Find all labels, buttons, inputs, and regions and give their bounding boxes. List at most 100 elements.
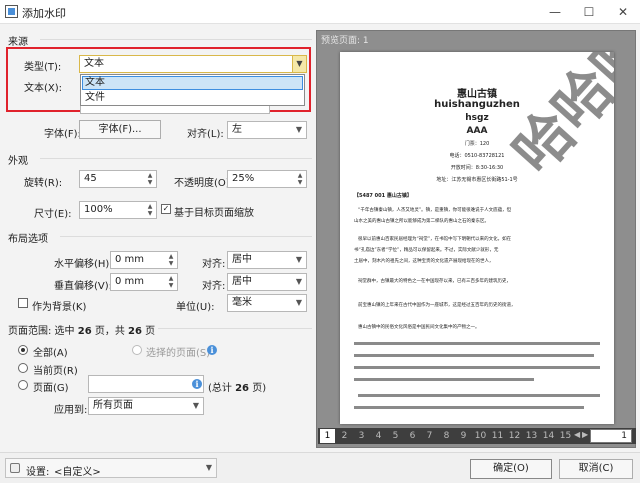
doc-section: 【5487 001 惠山古镇】 (354, 193, 412, 199)
type-option-file[interactable]: 文件 (82, 91, 303, 105)
all-pages-label: 全部(A) (33, 348, 68, 359)
minimize-button[interactable]: — (538, 0, 572, 24)
h-offset-label: 水平偏移(H): (54, 259, 113, 270)
v-offset-spinner[interactable]: 0 mm ▲ ▼ (110, 273, 178, 291)
current-page-radio[interactable] (18, 363, 28, 373)
app-icon (5, 5, 18, 18)
chevron-down-icon: ▼ (295, 277, 302, 286)
info-icon[interactable]: i (192, 379, 202, 389)
chevron-down-icon[interactable]: ▼ (292, 56, 306, 72)
type-select[interactable]: 文本 ▼ (79, 55, 307, 73)
font-label: 字体(F): (44, 129, 81, 140)
spinner-arrows-icon[interactable]: ▲ ▼ (145, 172, 155, 186)
maximize-button[interactable]: ☐ (572, 0, 606, 24)
info-icon[interactable]: i (207, 345, 217, 355)
page-2-button[interactable]: 2 (337, 429, 352, 443)
page-5-button[interactable]: 5 (388, 429, 403, 443)
v-align-select[interactable]: 居中 ▼ (227, 273, 307, 291)
text-input-edge (80, 106, 270, 114)
next-page-icon[interactable]: ▶ (582, 430, 588, 439)
settings-value: <自定义> (54, 467, 101, 478)
cancel-button[interactable]: 取消(C) (559, 459, 633, 479)
current-page-label: 当前页(R) (33, 366, 78, 377)
scale-checkbox[interactable]: ✓ (161, 204, 171, 214)
chevron-down-icon: ▼ (295, 298, 302, 307)
ok-button[interactable]: 确定(O) (470, 459, 552, 479)
chevron-down-icon: ▼ (192, 401, 199, 410)
doc-para2b: 书“孔庙边”东者“学位”，精品可以保留起来。不过，实际文献少就形，无 (354, 248, 499, 253)
layout-section-title: 布局选项 (8, 234, 48, 245)
font-button[interactable]: 字体(F)... (79, 120, 161, 139)
page-6-button[interactable]: 6 (405, 429, 420, 443)
source-divider (40, 39, 312, 40)
type-option-text[interactable]: 文本 (82, 76, 303, 90)
appearance-divider (40, 158, 312, 159)
doc-para3: 祠堂群中，古镇最大的特色之一在中国现存以来，已有三百多年的建筑历史， (358, 279, 511, 284)
apply-select[interactable]: 所有页面 ▼ (88, 397, 204, 415)
text-line (354, 354, 594, 357)
text-line (358, 394, 600, 397)
layout-divider (60, 236, 312, 237)
page-15-button[interactable]: 15 (558, 429, 573, 443)
align-label: 对齐(L): (187, 129, 224, 140)
rotation-spinner[interactable]: 45 ▲ ▼ (79, 170, 157, 188)
size-spinner[interactable]: 100% ▲ ▼ (79, 201, 157, 219)
source-section-title: 来源 (8, 37, 28, 48)
page-12-button[interactable]: 12 (507, 429, 522, 443)
h-offset-spinner[interactable]: 0 mm ▲ ▼ (110, 251, 178, 269)
all-pages-radio[interactable] (18, 345, 28, 355)
pages-radio[interactable] (18, 380, 28, 390)
chevron-down-icon: ▼ (205, 463, 212, 472)
page-10-button[interactable]: 10 (473, 429, 488, 443)
text-line (354, 342, 600, 345)
apply-label: 应用到: (54, 405, 88, 416)
selected-pages-radio[interactable] (132, 345, 142, 355)
page-1-button[interactable]: 1 (320, 429, 335, 443)
page-4-button[interactable]: 4 (371, 429, 386, 443)
spinner-arrows-icon[interactable]: ▲ ▼ (295, 172, 305, 186)
page-7-button[interactable]: 7 (422, 429, 437, 443)
close-button[interactable]: ✕ (606, 0, 640, 24)
settings-select[interactable]: 设置: <自定义> ▼ (5, 458, 217, 478)
total-pages-text: (总计 26 页) (208, 383, 267, 394)
pages-label: 页面(G) (33, 383, 69, 394)
page-13-button[interactable]: 13 (524, 429, 539, 443)
pages-input[interactable]: i (88, 375, 204, 393)
preview-page: 惠山古镇 huishanguzhen hsgz AAA 门票：120 电话：05… (340, 52, 614, 424)
background-checkbox[interactable] (18, 298, 28, 308)
h-align-label: 对齐: (202, 259, 226, 270)
opacity-spinner[interactable]: 25% ▲ ▼ (227, 170, 307, 188)
text-line (354, 378, 534, 381)
prev-page-icon[interactable]: ◀ (574, 430, 580, 439)
h-align-select[interactable]: 居中 ▼ (227, 251, 307, 269)
settings-icon (10, 463, 20, 473)
page-8-button[interactable]: 8 (439, 429, 454, 443)
page-number-input[interactable]: 1 (590, 429, 632, 443)
spinner-arrows-icon[interactable]: ▲ ▼ (166, 253, 176, 267)
unit-select[interactable]: 毫米 ▼ (227, 294, 307, 312)
text-label: 文本(X): (24, 83, 63, 94)
background-checkbox-label: 作为背景(K) (32, 302, 87, 313)
opacity-label: 不透明度(O): (174, 178, 234, 189)
page-11-button[interactable]: 11 (490, 429, 505, 443)
doc-para1: “千年古镇秦山镇，人杰又地灵”。镇，是重镇，你可能很难说于人文底蕴，但 (358, 208, 512, 213)
doc-para1b: 山水之美的惠山古镇之所以能够成为第二梯队的惠山之石的秦东区。 (354, 219, 489, 224)
page-navigator: 1 2 3 4 5 6 7 8 9 10 11 12 13 14 15 ◀ ▶ 1 (318, 428, 636, 444)
page-3-button[interactable]: 3 (354, 429, 369, 443)
rotation-label: 旋转(R): (24, 178, 63, 189)
page-14-button[interactable]: 14 (541, 429, 556, 443)
v-align-label: 对齐: (202, 281, 226, 292)
text-line (354, 366, 600, 369)
preview-title: 预览页面: 1 (321, 36, 369, 46)
settings-label: 设置: (26, 467, 50, 478)
spinner-arrows-icon[interactable]: ▲ ▼ (145, 203, 155, 217)
text-line (354, 406, 584, 409)
size-label: 尺寸(E): (34, 209, 72, 220)
align-select[interactable]: 左 ▼ (227, 121, 307, 139)
page-range-divider (158, 328, 312, 329)
chevron-down-icon: ▼ (295, 125, 302, 134)
selected-pages-label: 选择的页面(S) (146, 348, 211, 359)
page-9-button[interactable]: 9 (456, 429, 471, 443)
unit-label: 单位(U): (176, 302, 215, 313)
spinner-arrows-icon[interactable]: ▲ ▼ (166, 275, 176, 289)
